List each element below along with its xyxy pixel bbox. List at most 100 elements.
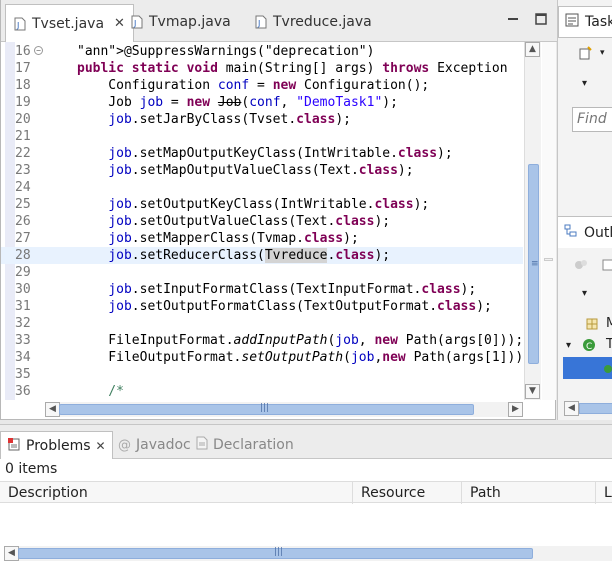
outline-item-label[interactable]: T (606, 337, 612, 352)
problems-table-header: Description Resource Path L (0, 481, 612, 504)
scroll-down-icon[interactable]: ▼ (525, 384, 540, 399)
tab-label: Tvset.java (32, 15, 105, 32)
column-header-resource[interactable]: Resource (353, 482, 462, 504)
chevron-down-icon[interactable]: ▾ (582, 78, 587, 89)
outline-selected-row[interactable] (563, 357, 612, 379)
java-file-icon: J (255, 15, 267, 29)
line-number: 28 (15, 248, 31, 263)
code-text: job.setOutputFormatClass(TextOutputForma… (108, 299, 492, 314)
problems-panel: Problems ✕ @ Javadoc Declaration 0 items… (0, 424, 612, 571)
items-count: 0 items (5, 461, 58, 477)
hide-fields-icon[interactable] (574, 258, 588, 276)
java-file-icon: J (131, 15, 143, 29)
line-number: 27 (15, 231, 31, 246)
tab-tvmap-java[interactable]: J Tvmap.java (123, 6, 239, 38)
code-line[interactable]: 27 job.setMapperClass(Tvmap.class); (1, 230, 523, 247)
right-views: Task ▾ ▾ Find Outl ▾ M ▾ C T ◀ (557, 0, 612, 420)
chevron-down-icon[interactable]: ▾ (566, 340, 571, 351)
horizontal-scroll-thumb[interactable]: ||| (59, 403, 474, 415)
line-number: 26 (15, 214, 31, 229)
maximize-icon[interactable] (535, 13, 547, 25)
scroll-left-icon[interactable]: ◀ (4, 546, 19, 561)
code-line[interactable]: 19 Job job = new Job(conf, "DemoTask1"); (1, 94, 523, 111)
code-line[interactable]: 18 Configuration conf = new Configuratio… (1, 77, 523, 94)
vertical-scroll-thumb[interactable]: ≡ (528, 164, 539, 364)
tab-label: Tvreduce.java (273, 14, 372, 30)
code-line[interactable]: 20 job.setJarByClass(Tvset.class); (1, 111, 523, 128)
at-sign-icon: @ (118, 437, 131, 453)
code-line[interactable]: 31 job.setOutputFormatClass(TextOutputFo… (1, 298, 523, 315)
bottom-tab-bar: Problems ✕ @ Javadoc Declaration (0, 425, 612, 459)
code-line[interactable]: 36 /* (1, 383, 523, 400)
code-line[interactable]: 29 (1, 264, 523, 281)
column-header-description[interactable]: Description (0, 482, 353, 504)
code-line[interactable]: 17 public static void main(String[] args)… (1, 60, 523, 77)
vertical-scrollbar[interactable]: ▲ ≡ ▼ (524, 42, 541, 400)
line-number: 35 (15, 367, 31, 382)
outline-scroll-thumb[interactable] (579, 403, 612, 414)
tab-tvset-java[interactable]: J Tvset.java ✕ (5, 4, 134, 42)
code-text: job.setReducerClass(Tvreduce.class); (108, 248, 391, 263)
find-input[interactable]: Find (572, 107, 612, 132)
line-number: 32 (15, 316, 31, 331)
new-task-icon[interactable] (578, 46, 592, 64)
line-number: 21 (15, 129, 31, 144)
svg-text:J: J (133, 19, 136, 28)
code-line[interactable]: 33 FileInputFormat.addInputPath(job, new… (1, 332, 523, 349)
scroll-up-icon[interactable]: ▲ (525, 42, 540, 57)
code-line[interactable]: 26 job.setOutputValueClass(Text.class); (1, 213, 523, 230)
code-text: public static void main(String[] args) t… (77, 61, 508, 76)
code-line[interactable]: 35 (1, 366, 523, 383)
line-number: 34 (15, 350, 31, 365)
code-line[interactable]: 16− "ann">@SuppressWarnings("deprecation"… (1, 43, 523, 60)
task-list-view-tab[interactable]: Task (558, 6, 612, 38)
code-area[interactable]: 16− "ann">@SuppressWarnings("deprecation"… (1, 43, 523, 400)
horizontal-scrollbar[interactable]: ◀ ||| ▶ (45, 402, 523, 417)
outline-view-tab[interactable]: Outl (558, 216, 612, 248)
line-number: 36 (15, 384, 31, 399)
svg-text:J: J (16, 21, 19, 30)
outline-horizontal-scrollbar[interactable]: ◀ (564, 401, 612, 416)
line-number: 22 (15, 146, 31, 161)
code-line[interactable]: 28 job.setReducerClass(Tvreduce.class); (1, 247, 523, 264)
code-line[interactable]: 23 job.setMapOutputValueClass(Text.class… (1, 162, 523, 179)
code-line[interactable]: 24 (1, 179, 523, 196)
minimize-icon[interactable] (507, 13, 519, 25)
code-line[interactable]: 32 (1, 315, 523, 332)
fold-toggle-icon[interactable]: − (34, 46, 43, 55)
editor-tab-bar: J Tvset.java ✕ J Tvmap.java J Tvreduce.j… (1, 0, 557, 42)
line-number: 33 (15, 333, 31, 348)
scroll-right-icon[interactable]: ▶ (508, 402, 523, 417)
close-tab-icon[interactable]: ✕ (96, 439, 106, 453)
code-text: job.setInputFormatClass(TextInputFormat.… (108, 282, 477, 297)
code-line[interactable]: 30 job.setInputFormatClass(TextInputForm… (1, 281, 523, 298)
code-text: job.setJarByClass(Tvset.class); (108, 112, 351, 127)
problems-horizontal-scrollbar[interactable]: ◀ ||| (4, 546, 612, 561)
tab-label: Declaration (213, 437, 294, 453)
code-text: "ann">@SuppressWarnings("deprecation") (77, 44, 375, 59)
line-number: 18 (15, 78, 31, 93)
line-number: 29 (15, 265, 31, 280)
outline-item-label[interactable]: M (606, 316, 612, 331)
line-number: 19 (15, 95, 31, 110)
problems-scroll-thumb[interactable]: ||| (18, 547, 533, 559)
chevron-down-icon[interactable]: ▾ (582, 288, 587, 299)
collapse-all-icon[interactable] (602, 258, 612, 276)
tab-declaration[interactable]: Declaration (196, 431, 294, 459)
code-line[interactable]: 25 job.setOutputKeyClass(IntWritable.cla… (1, 196, 523, 213)
tab-javadoc[interactable]: @ Javadoc (118, 431, 191, 459)
code-line[interactable]: 34 FileOutputFormat.setOutputPath(job,ne… (1, 349, 523, 366)
java-editor[interactable]: J Tvset.java ✕ J Tvmap.java J Tvreduce.j… (0, 0, 557, 420)
scroll-left-icon[interactable]: ◀ (45, 402, 60, 417)
tab-tvreduce-java[interactable]: J Tvreduce.java (247, 6, 380, 38)
scroll-left-icon[interactable]: ◀ (564, 401, 579, 416)
code-line[interactable]: 22 job.setMapOutputKeyClass(IntWritable.… (1, 145, 523, 162)
chevron-down-icon[interactable]: ▾ (600, 48, 605, 58)
code-text: Job job = new Job(conf, "DemoTask1"); (77, 95, 398, 110)
method-icon (603, 363, 612, 378)
code-line[interactable]: 21 (1, 128, 523, 145)
overview-ruler (542, 42, 556, 400)
column-header-path[interactable]: Path (462, 482, 596, 504)
column-header-location[interactable]: L (596, 482, 612, 504)
tab-problems[interactable]: Problems ✕ (0, 431, 113, 459)
